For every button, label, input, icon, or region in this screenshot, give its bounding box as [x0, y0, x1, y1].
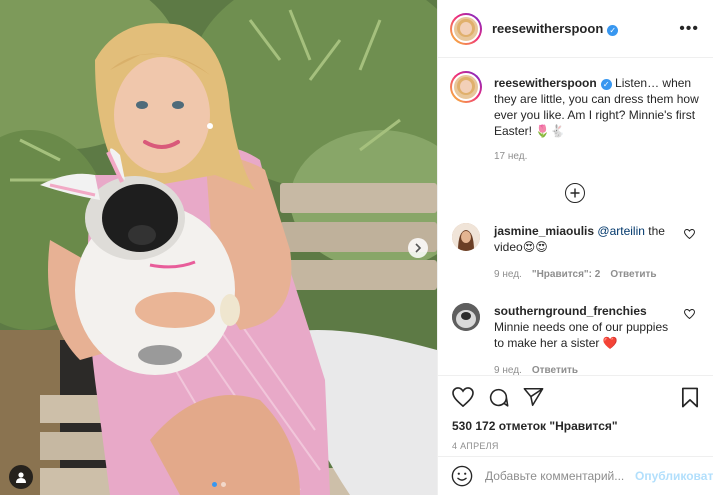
bookmark-icon[interactable]	[681, 387, 699, 408]
verified-badge: ✓	[600, 79, 612, 90]
comment-input[interactable]	[485, 469, 635, 483]
commenter-avatar[interactable]	[452, 223, 480, 251]
emoji-icon[interactable]	[451, 465, 473, 487]
next-arrow-icon	[415, 243, 422, 253]
next-slide-button[interactable]	[408, 238, 428, 258]
carousel-dot	[220, 482, 226, 487]
add-comment-bar: Опубликовать	[438, 456, 713, 495]
author-username-text[interactable]: reesewitherspoon	[492, 21, 603, 36]
photo-illustration	[0, 0, 437, 495]
author-avatar[interactable]	[450, 12, 482, 45]
reply-button[interactable]: Ответить	[532, 363, 578, 375]
comment-meta: 9 нед. "Нравится": 2 Ответить	[494, 267, 679, 283]
like-comment-heart-icon[interactable]	[683, 308, 696, 322]
commenter-avatar[interactable]	[452, 303, 480, 331]
load-more-icon[interactable]	[564, 183, 585, 203]
comment-body: southernground_frenchies Minnie needs on…	[494, 301, 679, 375]
action-icons	[452, 384, 699, 410]
caption-avatar[interactable]	[450, 71, 482, 103]
caption-body: reesewitherspoon ✓ Listen… when they are …	[494, 71, 699, 165]
post-side-panel: reesewitherspoon ✓ ••• reesewitherspoon ✓ …	[437, 0, 713, 495]
post-date[interactable]: 4 АПРЕЛЯ	[452, 441, 699, 451]
heart-icon[interactable]	[452, 387, 474, 407]
post-actions: 530 172 отметок "Нравится" 4 АПРЕЛЯ	[438, 375, 713, 451]
more-icon[interactable]: •••	[679, 20, 699, 36]
publish-comment-button[interactable]: Опубликовать	[635, 469, 713, 483]
like-comment-heart-icon[interactable]	[683, 228, 696, 242]
comment-item: jasmine_miaoulis @arteilin the video😍😍 9…	[450, 221, 699, 283]
carousel-dot-active	[211, 482, 217, 487]
comment-age: 9 нед.	[494, 365, 522, 375]
author-username[interactable]: reesewitherspoon ✓	[492, 21, 619, 36]
post-photo[interactable]	[0, 0, 437, 495]
post-caption: reesewitherspoon ✓ Listen… when they are …	[450, 71, 699, 165]
post-header: reesewitherspoon ✓ •••	[438, 0, 713, 58]
verified-badge: ✓	[607, 25, 619, 36]
comments-list[interactable]: reesewitherspoon ✓ Listen… when they are …	[438, 59, 713, 375]
caption-age: 17 нед.	[494, 151, 528, 162]
likes-count[interactable]: 530 172 отметок "Нравится"	[452, 419, 699, 433]
comment-age: 9 нед.	[494, 269, 522, 280]
comment-text: Minnie needs one of our puppies to make …	[494, 320, 669, 350]
caption-username[interactable]: reesewitherspoon	[494, 76, 597, 90]
share-icon[interactable]	[523, 387, 544, 407]
reply-button[interactable]: Ответить	[610, 267, 656, 283]
comment-item: southernground_frenchies Minnie needs on…	[450, 301, 699, 375]
comment-icon[interactable]	[488, 387, 509, 408]
load-more-comments	[450, 183, 699, 203]
instagram-post: reesewitherspoon ✓ ••• reesewitherspoon ✓ …	[0, 0, 713, 495]
comment-mention[interactable]: @arteilin	[597, 224, 645, 238]
comment-meta: 9 нед. Ответить	[494, 363, 679, 375]
comment-likes[interactable]: "Нравится": 2	[532, 267, 601, 283]
comment-username[interactable]: jasmine_miaoulis	[494, 224, 594, 238]
carousel-indicator	[0, 482, 437, 487]
comment-username[interactable]: southernground_frenchies	[494, 304, 647, 318]
comment-body: jasmine_miaoulis @arteilin the video😍😍 9…	[494, 221, 679, 283]
